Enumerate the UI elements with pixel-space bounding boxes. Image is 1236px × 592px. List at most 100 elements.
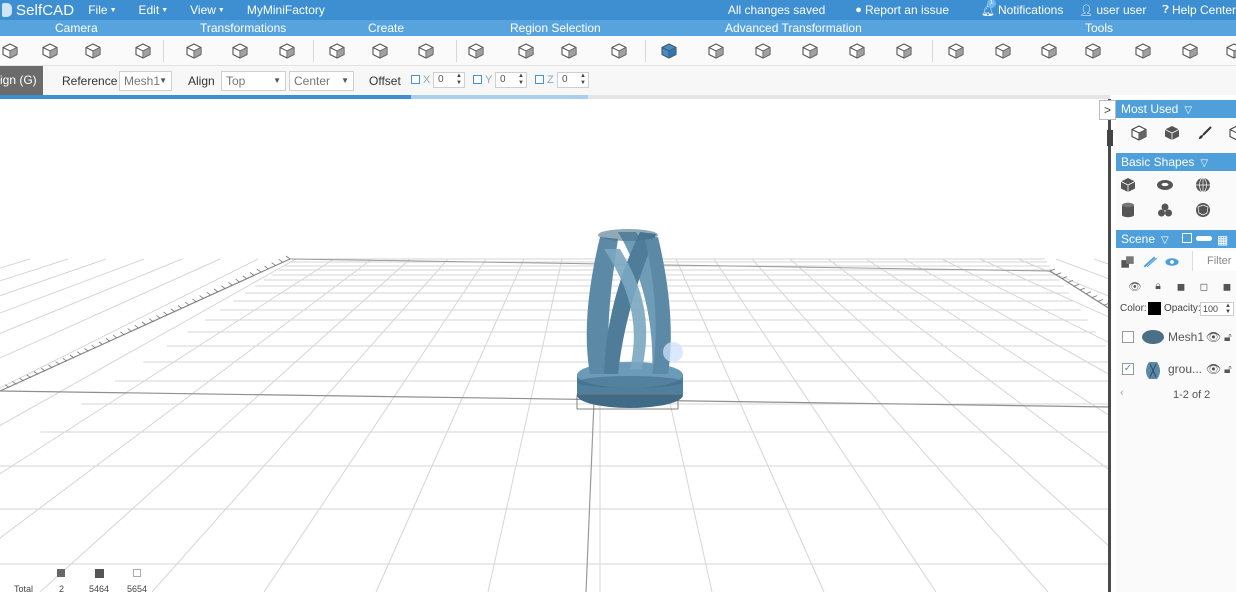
scene-item-mesh1[interactable]: Mesh1 👁︎ 🔓︎	[1116, 323, 1236, 351]
color-opacity-row: Color: Opacity: 100 ▲ ▼	[1116, 299, 1236, 319]
filter-icon[interactable]: ▽	[1184, 105, 1192, 116]
lock-all-icon[interactable]: 🔒︎	[1149, 277, 1166, 294]
panel-divider[interactable]	[1108, 99, 1111, 592]
align-mode-select[interactable]: Center ▼	[289, 71, 354, 91]
twisted-vase-model[interactable]	[576, 229, 683, 410]
cube-shape-icon[interactable]	[1119, 176, 1137, 194]
array-icon[interactable]	[1180, 41, 1200, 61]
scene-item-checkbox[interactable]: ✓	[1122, 363, 1134, 375]
solidify-icon[interactable]	[416, 41, 436, 61]
offset-z-checkbox[interactable]	[535, 75, 544, 84]
brush-icon[interactable]	[1196, 124, 1214, 142]
cone-shape-icon[interactable]	[1230, 176, 1236, 194]
bend-icon[interactable]	[753, 41, 773, 61]
lock-icon[interactable]: 🔓︎	[1224, 330, 1232, 345]
front-view-icon[interactable]	[1130, 124, 1148, 142]
cylinder-shape-icon[interactable]	[1119, 201, 1137, 219]
scene-filter-input[interactable]: Filter	[1192, 251, 1236, 271]
color-swatch[interactable]	[1148, 302, 1161, 315]
3d-viewport[interactable]	[0, 99, 1110, 592]
taper-icon[interactable]	[800, 41, 820, 61]
face-select-icon[interactable]	[609, 41, 629, 61]
cut-icon[interactable]	[946, 41, 966, 61]
active-tool-mode[interactable]: ign (G)	[0, 66, 43, 95]
sphere-shape-icon[interactable]	[1194, 176, 1212, 194]
offset-x-checkbox[interactable]	[411, 75, 420, 84]
extrude-icon[interactable]	[327, 41, 347, 61]
clipboard-icon[interactable]	[133, 41, 153, 61]
wireframe-icon[interactable]	[1039, 41, 1059, 61]
front-view-icon[interactable]	[0, 41, 20, 61]
pyramid-shape-icon[interactable]	[1230, 201, 1236, 219]
myminifactory-link[interactable]: MyMiniFactory	[247, 3, 325, 17]
smooth-icon[interactable]	[659, 41, 679, 61]
most-used-header[interactable]: Most Used ▽	[1116, 100, 1236, 118]
filter-icon[interactable]: ▽	[1200, 158, 1208, 169]
move-icon[interactable]	[184, 41, 204, 61]
grid-view-icon[interactable]: ▦	[1217, 231, 1228, 249]
copy-icon[interactable]	[1228, 124, 1236, 142]
opacity-input[interactable]: 100 ▲ ▼	[1200, 302, 1234, 316]
offset-x-input[interactable]: 0 ▲ ▼	[433, 72, 465, 88]
view-slider-icon[interactable]	[1196, 236, 1212, 241]
panel-scroll-handle[interactable]	[1107, 130, 1113, 146]
filter-icon[interactable]: ▽	[1161, 235, 1169, 246]
wire-view-icon[interactable]: ◼	[1218, 277, 1235, 294]
solid-view-icon[interactable]: ◼	[1172, 277, 1189, 294]
app-logo[interactable]: SelfCAD	[0, 2, 74, 19]
user-menu[interactable]: 👤︎ user user	[1079, 3, 1146, 17]
scene-item-group[interactable]: ✓ grou... 👁︎ 🔓︎	[1116, 355, 1236, 383]
file-menu[interactable]: File ▼	[88, 3, 116, 17]
eye-icon[interactable]	[1163, 253, 1180, 270]
select-all-icon[interactable]	[466, 41, 486, 61]
spinner-icon[interactable]: ▲ ▼	[580, 73, 586, 87]
lock-icon[interactable]: 🔓︎	[1224, 362, 1232, 377]
notifications-button[interactable]: 🔔︎ 1 Notifications	[981, 0, 1063, 17]
offset-z-input[interactable]: 0 ▲ ▼	[557, 72, 589, 88]
boolean-icon[interactable]	[993, 41, 1013, 61]
category-create: Create	[368, 21, 405, 35]
view-menu[interactable]: View ▼	[190, 3, 225, 17]
group-icon[interactable]	[1119, 253, 1136, 270]
loft-icon[interactable]	[370, 41, 390, 61]
rotate-icon[interactable]	[277, 41, 297, 61]
collapse-panel-button[interactable]: >	[1099, 100, 1116, 120]
scene-header[interactable]: Scene ▽ ▦	[1116, 230, 1236, 248]
transparent-view-icon[interactable]: ◻	[1195, 277, 1212, 294]
scale-icon[interactable]	[230, 41, 250, 61]
previous-page-icon[interactable]: ‹	[1120, 387, 1124, 399]
screenshot-icon[interactable]	[83, 41, 103, 61]
edit-visibility-icon[interactable]	[1141, 253, 1158, 270]
align-select[interactable]: Top ▼	[221, 71, 286, 91]
list-view-toggle-icon[interactable]	[1182, 233, 1192, 243]
more-icon[interactable]	[1224, 41, 1236, 61]
scene-item-checkbox[interactable]	[1122, 331, 1134, 343]
show-all-icon[interactable]: 👁︎	[1126, 277, 1143, 294]
visibility-eye-icon[interactable]: 👁︎	[1206, 362, 1221, 376]
edit-menu[interactable]: Edit ▼	[139, 3, 169, 17]
cube-icon[interactable]	[1163, 124, 1181, 142]
cluster-shape-icon[interactable]	[1156, 201, 1174, 219]
basic-shapes-header[interactable]: Basic Shapes ▽	[1116, 153, 1236, 171]
rotate-view-icon[interactable]	[40, 41, 60, 61]
spinner-icon[interactable]: ▲ ▼	[456, 73, 462, 87]
shear-icon[interactable]	[894, 41, 914, 61]
help-center-button[interactable]: ❓︎ Help Center	[1162, 3, 1236, 17]
subdivide-icon[interactable]	[706, 41, 726, 61]
offset-y-checkbox[interactable]	[473, 75, 482, 84]
spinner-icon[interactable]: ▲ ▼	[518, 73, 524, 87]
visibility-eye-icon[interactable]: 👁︎	[1206, 330, 1221, 344]
report-issue-button[interactable]: ● Report an issue	[855, 3, 949, 17]
offset-y-input[interactable]: 0 ▲ ▼	[495, 72, 527, 88]
torus-shape-icon[interactable]	[1156, 176, 1174, 194]
twist-icon[interactable]	[847, 41, 867, 61]
reference-select[interactable]: Mesh1 ▼	[119, 71, 172, 91]
sphere-tool-icon[interactable]	[1083, 41, 1103, 61]
region-select-icon[interactable]	[516, 41, 536, 61]
mirror-icon[interactable]	[1133, 41, 1153, 61]
caret-down-icon: ▼	[109, 6, 117, 14]
viewport-canvas[interactable]	[0, 99, 1110, 592]
geosphere-shape-icon[interactable]	[1194, 201, 1212, 219]
spinner-icon[interactable]: ▲ ▼	[1225, 303, 1231, 315]
vertex-select-icon[interactable]	[559, 41, 579, 61]
